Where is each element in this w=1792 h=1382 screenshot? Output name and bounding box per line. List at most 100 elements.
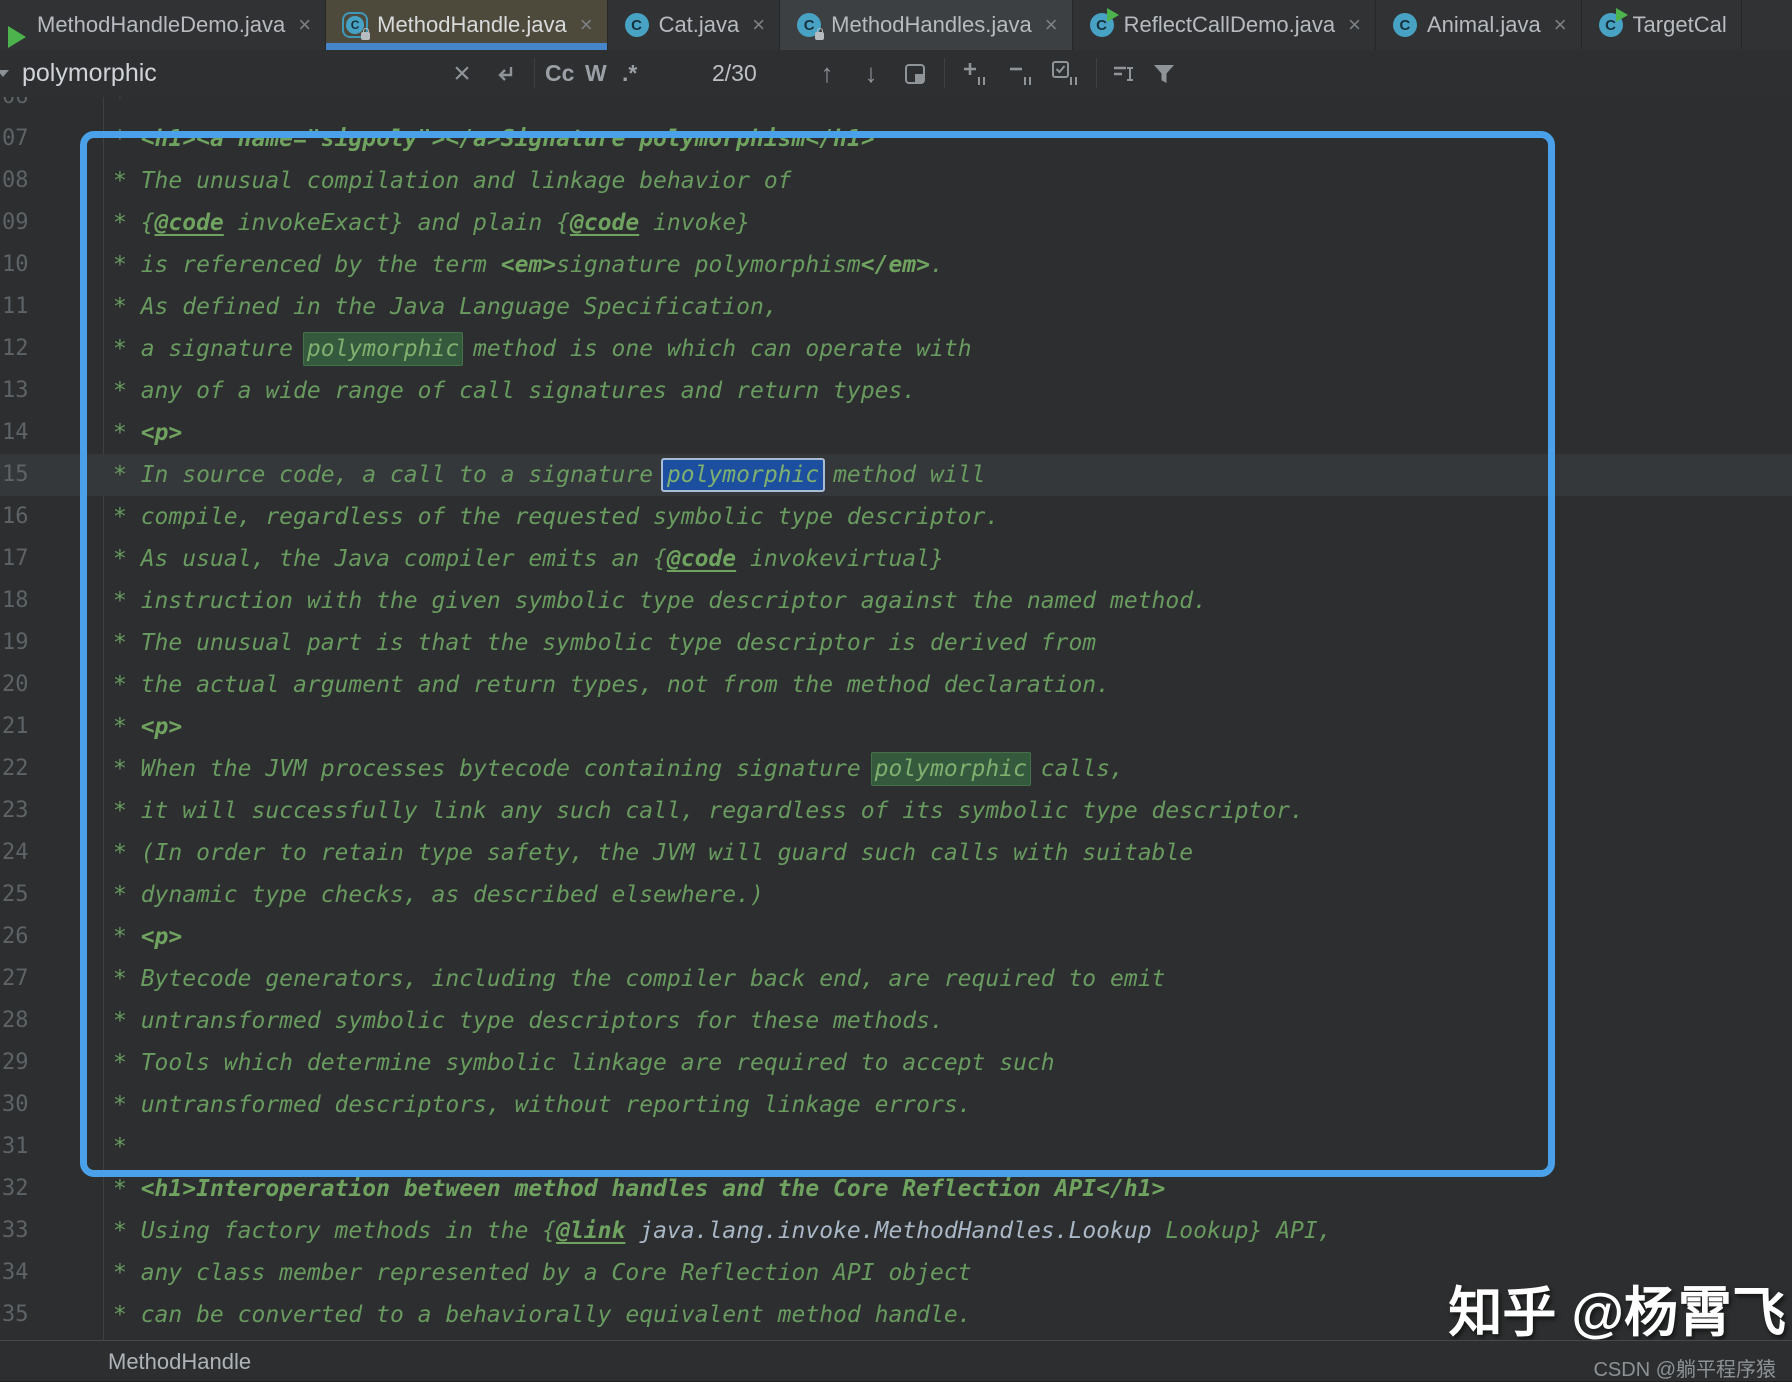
filter-icon[interactable] <box>1148 50 1180 97</box>
close-tab-icon[interactable]: × <box>1348 14 1361 36</box>
code-line[interactable]: 09* {@code invokeExact} and plain {@code… <box>0 202 1792 244</box>
code-text: * any class member represented by a Core… <box>113 1252 972 1294</box>
code-text: * As defined in the Java Language Specif… <box>113 286 778 328</box>
code-line[interactable]: 13* any of a wide range of call signatur… <box>0 370 1792 412</box>
code-line[interactable]: 19* The unusual part is that the symboli… <box>0 622 1792 664</box>
code-text: * a signature polymorphic method is one … <box>113 328 972 370</box>
code-line[interactable]: 12* a signature polymorphic method is on… <box>0 328 1792 370</box>
zhihu-watermark: 知乎 @杨霄飞 <box>1448 1268 1786 1347</box>
line-number: 34 <box>2 1252 38 1294</box>
code-line[interactable]: 24* (In order to retain type safety, the… <box>0 832 1792 874</box>
editor-tab-methodhandledemo-java[interactable]: MethodHandleDemo.java× <box>0 0 326 50</box>
code-text: * Tools which determine symbolic linkage… <box>113 1042 1055 1084</box>
code-line[interactable]: 17* As usual, the Java compiler emits an… <box>0 538 1792 580</box>
code-line[interactable]: 21 * <p> <box>0 706 1792 748</box>
ide-window: { "icons": {"close":"×","clear":"×","pre… <box>0 0 1792 1380</box>
editor-tab-animal-java[interactable]: C Animal.java × <box>1376 0 1582 50</box>
code-line[interactable]: 33* Using factory methods in the {@link … <box>0 1210 1792 1252</box>
line-number: 21 <box>2 706 38 748</box>
close-tab-icon[interactable]: × <box>752 14 765 36</box>
code-line[interactable]: 29* Tools which determine symbolic linka… <box>0 1042 1792 1084</box>
tab-label: Animal.java <box>1427 12 1541 38</box>
editor-tab-cat-java[interactable]: CCat.java× <box>608 0 781 50</box>
code-line[interactable]: 27* Bytecode generators, including the c… <box>0 958 1792 1000</box>
code-line[interactable]: 31* <box>0 1126 1792 1168</box>
editor-tab-methodhandles-java[interactable]: CMethodHandles.java× <box>780 0 1072 50</box>
editor-tab-reflectcalldemo-java[interactable]: CReflectCallDemo.java× <box>1073 0 1376 50</box>
code-line[interactable]: 08 * The unusual compilation and linkage … <box>0 160 1792 202</box>
breadcrumb[interactable]: MethodHandle <box>108 1349 251 1375</box>
line-number: 23 <box>2 790 38 832</box>
newline-icon[interactable] <box>490 50 520 97</box>
code-line[interactable]: 23* it will successfully link any such c… <box>0 790 1792 832</box>
class-icon: C <box>1392 12 1418 38</box>
code-lines: 06*07* <h1><a name="sigpoly"></a>Signatu… <box>0 97 1792 1336</box>
code-line[interactable]: 14* <p> <box>0 412 1792 454</box>
class-lock-icon: C <box>796 12 822 38</box>
code-line[interactable]: 26* <p> <box>0 916 1792 958</box>
add-occurrence-icon[interactable] <box>958 50 992 97</box>
search-history-icon[interactable] <box>0 50 7 97</box>
find-in-selection-icon[interactable] <box>900 50 930 97</box>
code-text: * <h1>Interoperation between method hand… <box>113 1168 1165 1210</box>
line-number: 15 <box>2 454 38 496</box>
code-text: * <p> <box>113 706 182 748</box>
search-match: polymorphic <box>871 752 1031 786</box>
code-text: * <box>113 1126 127 1168</box>
select-all-occurrences-icon[interactable] <box>1048 50 1082 97</box>
line-number: 08 <box>2 160 38 202</box>
line-number: 35 <box>2 1294 38 1336</box>
close-tab-icon[interactable]: × <box>580 14 593 36</box>
code-line[interactable]: 10* is referenced by the term <em>signat… <box>0 244 1792 286</box>
code-text: * the actual argument and return types, … <box>113 664 1110 706</box>
line-number: 27 <box>2 958 38 1000</box>
active-tab-underline <box>326 43 606 50</box>
editor-tab-targetcal[interactable]: CTargetCal <box>1582 0 1742 50</box>
line-number: 16 <box>2 496 38 538</box>
code-line[interactable]: 30* untransformed descriptors, without r… <box>0 1084 1792 1126</box>
words-toggle[interactable]: W <box>585 50 607 97</box>
line-number: 26 <box>2 916 38 958</box>
code-line[interactable]: 22* When the JVM processes bytecode cont… <box>0 748 1792 790</box>
multiline-search-icon[interactable] <box>1108 50 1140 97</box>
match-case-toggle[interactable]: Cc <box>545 50 574 97</box>
search-match: polymorphic <box>303 332 463 366</box>
tab-bar: MethodHandleDemo.java×CMethodHandle.java… <box>0 0 1792 50</box>
regex-toggle[interactable]: .* <box>622 50 637 97</box>
code-line[interactable]: 15* In source code, a call to a signatur… <box>0 454 1792 496</box>
code-line[interactable]: 16* compile, regardless of the requested… <box>0 496 1792 538</box>
code-line[interactable]: 11* As defined in the Java Language Spec… <box>0 286 1792 328</box>
search-input[interactable]: polymorphic <box>22 50 157 97</box>
code-text: * {@code invokeExact} and plain {@code i… <box>113 202 750 244</box>
clear-search-icon[interactable]: × <box>448 50 476 97</box>
code-text: * The unusual compilation and linkage be… <box>113 160 792 202</box>
code-line[interactable]: 32 * <h1>Interoperation between method ha… <box>0 1168 1792 1210</box>
line-number: 32 <box>2 1168 38 1210</box>
status-bar: MethodHandle CSDN @躺平程序猿 <box>0 1340 1792 1381</box>
code-line[interactable]: 25* dynamic type checks, as described el… <box>0 874 1792 916</box>
line-number: 19 <box>2 622 38 664</box>
code-text: * instruction with the given symbolic ty… <box>113 580 1207 622</box>
editor-tab-methodhandle-java[interactable]: CMethodHandle.java× <box>326 0 607 50</box>
code-line[interactable]: 06* <box>0 97 1792 118</box>
close-tab-icon[interactable]: × <box>298 14 311 36</box>
remove-occurrence-icon[interactable] <box>1004 50 1038 97</box>
code-line[interactable]: 20 * the actual argument and return types… <box>0 664 1792 706</box>
code-text: * <h1><a name="sigpoly"></a>Signature po… <box>113 118 875 160</box>
close-tab-icon[interactable]: × <box>1554 14 1567 36</box>
close-tab-icon[interactable]: × <box>1045 14 1058 36</box>
next-occurrence-button[interactable]: ↓ <box>856 50 886 97</box>
line-number: 13 <box>2 370 38 412</box>
csdn-watermark: CSDN @躺平程序猿 <box>1593 1353 1776 1382</box>
code-line[interactable]: 18* instruction with the given symbolic … <box>0 580 1792 622</box>
code-line[interactable]: 28* untransformed symbolic type descript… <box>0 1000 1792 1042</box>
line-number: 06 <box>2 97 38 118</box>
code-editor[interactable]: 06*07* <h1><a name="sigpoly"></a>Signatu… <box>0 97 1792 1340</box>
previous-occurrence-button[interactable]: ↑ <box>812 50 842 97</box>
line-number: 33 <box>2 1210 38 1252</box>
code-line[interactable]: 07 * <h1><a name="sigpoly"></a>Signature … <box>0 118 1792 160</box>
line-number: 20 <box>2 664 38 706</box>
divider <box>1096 58 1097 88</box>
line-number: 07 <box>2 118 38 160</box>
code-text: * <p> <box>113 412 182 454</box>
